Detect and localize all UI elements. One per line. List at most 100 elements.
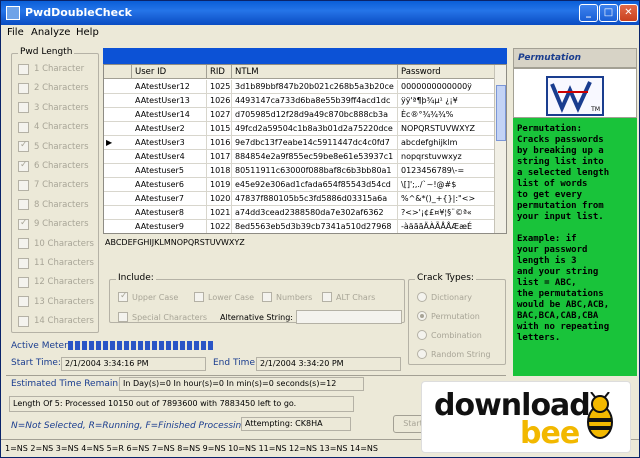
pwd-length-label: 13 Characters xyxy=(34,296,94,307)
checkbox[interactable] xyxy=(18,140,29,153)
checkbox[interactable] xyxy=(118,291,128,302)
include-upper-case[interactable]: Upper Case xyxy=(118,291,178,302)
app-window: PwdDoubleCheck _ □ ✕ File Analyze Help P… xyxy=(0,0,640,458)
include-special-characters[interactable]: Special Characters xyxy=(118,312,207,322)
checkbox[interactable] xyxy=(194,292,204,302)
radio-button[interactable] xyxy=(417,330,427,340)
pwd-length-label: 2 Characters xyxy=(34,83,89,94)
meter-segment xyxy=(96,341,101,350)
checkbox[interactable] xyxy=(18,82,29,94)
meter-segment xyxy=(110,341,115,350)
pwd-length-option[interactable]: 10 Characters xyxy=(18,237,94,251)
maximize-button[interactable]: □ xyxy=(599,4,618,22)
checkbox[interactable] xyxy=(18,63,29,75)
estimated-time-label: Estimated Time Remaining: xyxy=(11,379,136,389)
table-row[interactable]: AAtestUser4 1017 884854e2a9f855ec59be8e61e… xyxy=(104,150,506,164)
table-row[interactable]: AAtestuser7 1020 47837f880105b5c3fd5886d03… xyxy=(104,192,506,206)
crack-type-option[interactable]: Dictionary xyxy=(417,292,472,302)
checkbox[interactable] xyxy=(18,121,29,133)
pwd-length-option[interactable]: 14 Characters xyxy=(18,314,94,328)
user-grid: User ID RID NTLM Password AAtestUser12 10… xyxy=(103,64,507,234)
crack-type-option[interactable]: Permutation xyxy=(417,311,480,321)
pwd-length-option[interactable]: 13 Characters xyxy=(18,295,94,309)
checkbox[interactable] xyxy=(118,312,128,322)
watermark-word-bee: bee xyxy=(520,416,580,451)
meter-segment xyxy=(68,341,73,350)
checkbox[interactable] xyxy=(262,292,272,302)
checkbox[interactable] xyxy=(18,179,29,191)
cell-rid: 1018 xyxy=(207,164,232,178)
pwd-length-label: 5 Characters xyxy=(34,141,89,152)
pwd-length-option[interactable]: 4 Characters xyxy=(18,120,89,134)
estimated-time-field: In Day(s)=0 In hour(s)=0 In min(s)=0 sec… xyxy=(119,377,364,391)
table-row[interactable]: AAtestUser14 1027 d705985d12f28d9a49c870bc… xyxy=(104,108,506,122)
pwd-length-option[interactable]: 2 Characters xyxy=(18,81,89,95)
table-row[interactable]: ▶ AAtestUser3 1016 9e7dbc13f7eabe14c5911447… xyxy=(104,136,506,150)
include-lower-case[interactable]: Lower Case xyxy=(194,292,254,302)
alt-string-input[interactable] xyxy=(296,310,402,324)
col-user-id[interactable]: User ID xyxy=(132,65,207,79)
include-alt-chars[interactable]: ALT Chars xyxy=(322,292,375,302)
logo-icon: TM xyxy=(546,76,604,116)
checkbox[interactable] xyxy=(18,257,29,269)
include-numbers[interactable]: Numbers xyxy=(262,292,312,302)
menu-analyze[interactable]: Analyze xyxy=(31,27,70,38)
radio-button[interactable] xyxy=(417,292,427,302)
pwd-length-option[interactable]: 9 Characters xyxy=(18,217,89,231)
radio-button[interactable] xyxy=(417,311,427,321)
table-row[interactable]: AAtestUser13 1026 4493147ca733d6ba8e55b39f… xyxy=(104,94,506,108)
table-row[interactable]: AAtestuser6 1019 e45e92e306ad1cfada654f855… xyxy=(104,178,506,192)
pwd-length-option[interactable]: 8 Characters xyxy=(18,198,89,212)
cell-user: AAtestUser3 xyxy=(132,136,207,150)
menu-help[interactable]: Help xyxy=(76,27,99,38)
col-password[interactable]: Password xyxy=(398,65,496,79)
meter-segment xyxy=(145,341,150,350)
meter-segment xyxy=(187,341,192,350)
close-button[interactable]: ✕ xyxy=(619,4,638,22)
pwd-length-option[interactable]: 1 Character xyxy=(18,62,84,76)
pwd-length-option[interactable]: 6 Characters xyxy=(18,159,89,173)
pwd-length-option[interactable]: 12 Characters xyxy=(18,275,94,289)
checkbox[interactable] xyxy=(18,296,29,308)
minimize-button[interactable]: _ xyxy=(579,4,598,22)
col-ntlm[interactable]: NTLM xyxy=(232,65,398,79)
checkbox[interactable] xyxy=(322,292,332,302)
meter-segment xyxy=(131,341,136,350)
crack-type-option[interactable]: Combination xyxy=(417,330,482,340)
meter-segment xyxy=(166,341,171,350)
table-row[interactable]: AAtestUser2 1015 49fcd2a59504c1b8a3b01d2a7… xyxy=(104,122,506,136)
start-time-field: 2/1/2004 3:34:16 PM xyxy=(61,357,206,371)
checkbox[interactable] xyxy=(18,238,29,250)
crack-type-option[interactable]: Random String xyxy=(417,349,491,359)
bee-icon xyxy=(587,392,613,439)
status-legend: N=Not Selected, R=Running, F=Finished Pr… xyxy=(11,421,247,431)
checkbox[interactable] xyxy=(18,276,29,288)
cell-pwd: 0123456789\-= xyxy=(398,164,496,178)
progress-text: Length Of 5: Processed 10150 out of 7893… xyxy=(9,396,354,412)
grid-scroll-thumb[interactable] xyxy=(496,85,506,141)
table-row[interactable]: AAtestUser12 1025 3d1b89bbf847b20b021c268b… xyxy=(104,80,506,94)
pwd-length-option[interactable]: 11 Characters xyxy=(18,256,94,270)
grid-scrollbar[interactable] xyxy=(494,65,506,233)
pwd-length-option[interactable]: 7 Characters xyxy=(18,178,89,192)
radio-button[interactable] xyxy=(417,349,427,359)
cell-pwd: %^&*()_+{}|:"<> xyxy=(398,192,496,206)
checkbox[interactable] xyxy=(18,102,29,114)
table-row[interactable]: AAtestuser5 1018 80511911c63000f088baf8c6b… xyxy=(104,164,506,178)
app-icon xyxy=(6,6,20,20)
cell-ntlm: 49fcd2a59504c1b8a3b01d2a75220dce xyxy=(232,122,398,136)
checkbox[interactable] xyxy=(18,199,29,211)
pwd-length-option[interactable]: 3 Characters xyxy=(18,101,89,115)
table-row[interactable]: AAtestuser9 1022 8ed5563eb5d3b39cb7341a510… xyxy=(104,220,506,233)
cell-user: AAtestuser8 xyxy=(132,206,207,220)
checkbox[interactable] xyxy=(18,160,29,172)
menu-file[interactable]: File xyxy=(7,27,24,38)
cell-rid: 1020 xyxy=(207,192,232,206)
col-rid[interactable]: RID xyxy=(207,65,232,79)
table-row[interactable]: AAtestuser8 1021 a74dd3cead2388580da7e302a… xyxy=(104,206,506,220)
pwd-length-option[interactable]: 5 Characters xyxy=(18,140,89,154)
checkbox[interactable] xyxy=(18,315,29,327)
checkbox[interactable] xyxy=(18,218,29,230)
title-bar[interactable]: PwdDoubleCheck _ □ ✕ xyxy=(1,1,639,25)
crack-type-label: Permutation xyxy=(431,311,480,321)
